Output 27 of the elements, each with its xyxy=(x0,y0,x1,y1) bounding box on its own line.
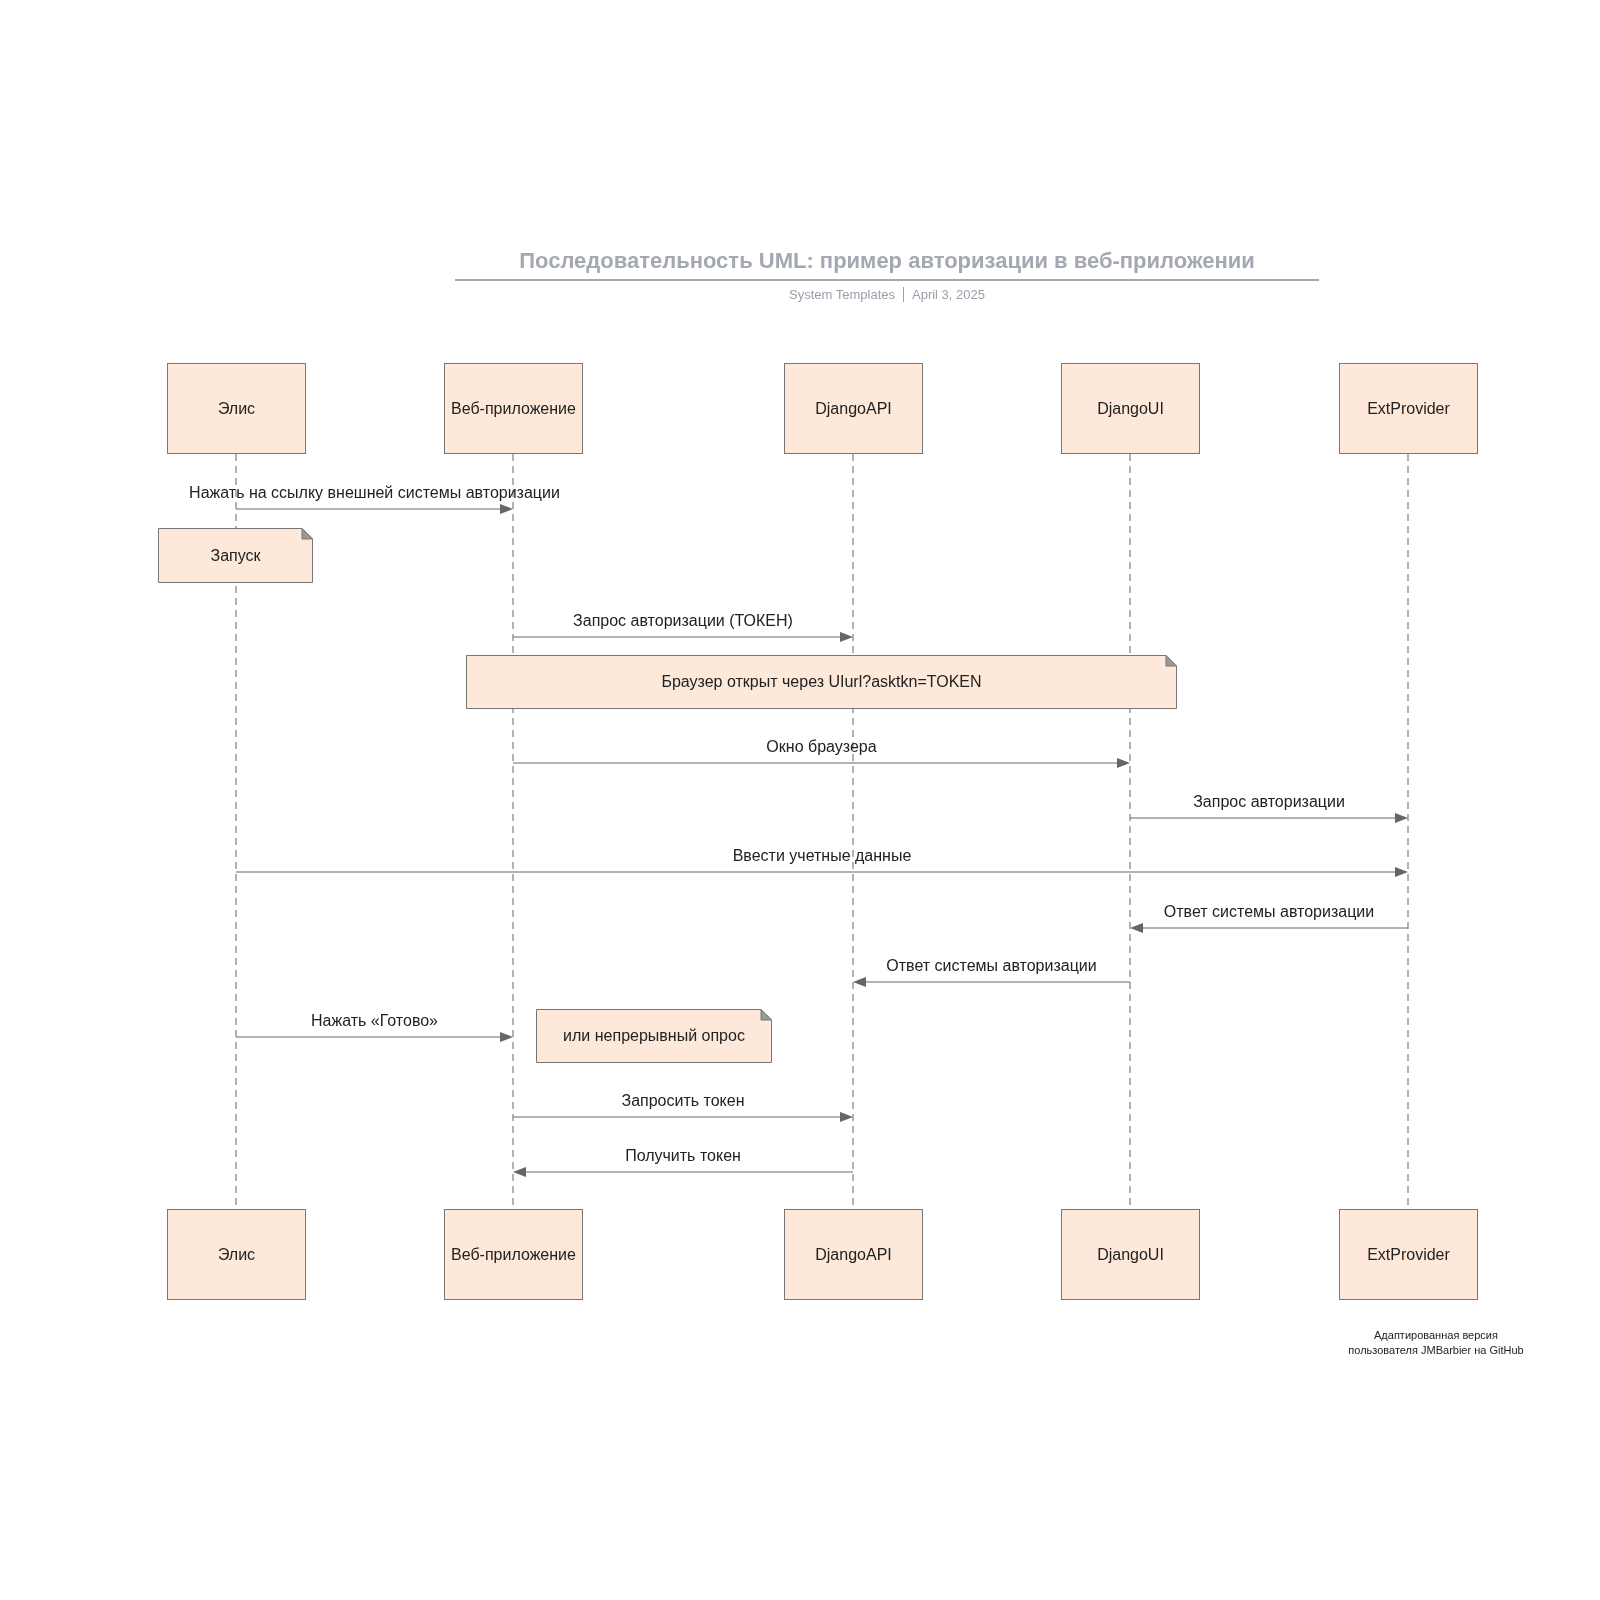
participant-box: Элис xyxy=(167,363,306,454)
note: Запуск xyxy=(158,528,313,583)
message-label: Нажать «Готово» xyxy=(311,1012,438,1030)
date-label: April 3, 2025 xyxy=(912,287,985,302)
participant-box: DjangoAPI xyxy=(784,1209,923,1300)
message-label: Ответ системы авторизации xyxy=(886,957,1097,975)
message-label: Запросить токен xyxy=(621,1092,745,1110)
diagram-title: Последовательность UML: пример авторизации в веб-приложении xyxy=(518,248,1256,274)
message-label: Ввести учетные данные xyxy=(732,847,912,865)
note: или непрерывный опрос xyxy=(536,1009,772,1063)
message-label: Получить токен xyxy=(625,1147,741,1165)
participant-box: DjangoUI xyxy=(1061,363,1200,454)
participant-box: Элис xyxy=(167,1209,306,1300)
message-label: Запрос авторизации (ТОКЕН) xyxy=(573,612,793,630)
message-label: Нажать на ссылку внешней системы авторизации xyxy=(189,484,560,502)
note: Браузер открыт через UIurl?asktkn=TOKEN xyxy=(466,655,1177,709)
credit-text: Адаптированная версия пользователя JMBarbier на GitHub xyxy=(1347,1328,1525,1358)
participant-box: ExtProvider xyxy=(1339,1209,1478,1300)
message-label: Окно браузера xyxy=(766,738,877,756)
participant-box: DjangoUI xyxy=(1061,1209,1200,1300)
participant-box: ExtProvider xyxy=(1339,363,1478,454)
message-label: Ответ системы авторизации xyxy=(1163,903,1375,921)
message-label: Запрос авторизации xyxy=(1193,793,1345,811)
author-label: System Templates xyxy=(789,287,895,302)
participant-box: Веб-приложение xyxy=(444,1209,583,1300)
participant-box: DjangoAPI xyxy=(784,363,923,454)
participant-box: Веб-приложение xyxy=(444,363,583,454)
